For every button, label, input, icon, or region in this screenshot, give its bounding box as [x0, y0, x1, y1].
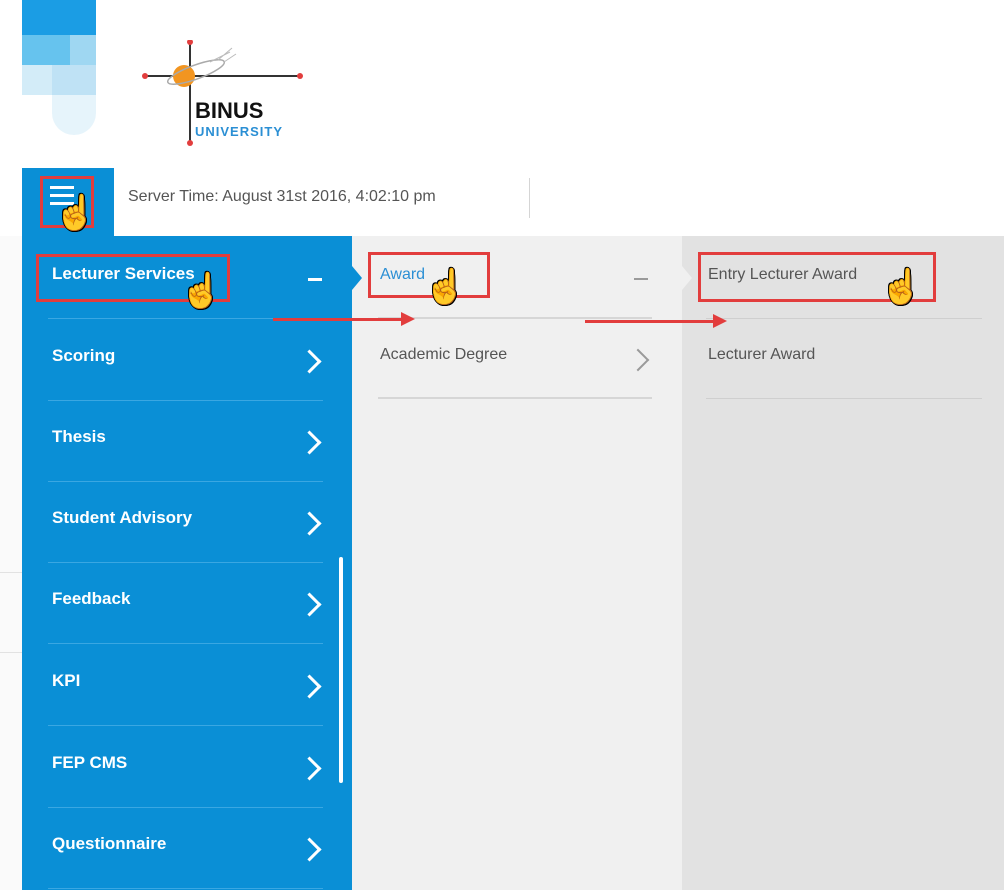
- menu-item-label: Student Advisory: [52, 508, 193, 527]
- hand-pointer-icon: ☝: [880, 268, 923, 306]
- active-pointer: [682, 266, 692, 290]
- menu-item-label: Thesis: [52, 427, 106, 446]
- menu-item-scoring[interactable]: Scoring: [48, 320, 328, 401]
- menu-item-academic-degree[interactable]: Academic Degree: [378, 318, 652, 399]
- annotation-arrow: [585, 320, 715, 323]
- menu-item-label: Questionnaire: [52, 834, 167, 853]
- chevron-right-icon[interactable]: [297, 592, 322, 617]
- menu-divider: [378, 397, 652, 399]
- collapse-minus-icon[interactable]: [634, 278, 648, 280]
- topbar-separator: [529, 178, 530, 218]
- menu-item-questionnaire[interactable]: Questionnaire: [48, 808, 328, 889]
- strip-divider: [0, 572, 22, 573]
- menu-scrollbar[interactable]: [339, 557, 343, 783]
- logo-subtitle: UNIVERSITY: [195, 124, 284, 139]
- background-strip: [0, 236, 22, 890]
- annotation-arrow-head: [713, 314, 727, 328]
- annotation-arrow-head: [401, 312, 415, 326]
- chevron-right-icon[interactable]: [297, 674, 322, 699]
- logo-name: BINUS: [195, 98, 264, 123]
- collapse-minus-icon[interactable]: [308, 278, 322, 281]
- chevron-right-icon[interactable]: [297, 756, 322, 781]
- menu-item-label: Lecturer Award: [708, 346, 816, 363]
- chevron-right-icon[interactable]: [626, 348, 650, 372]
- hand-pointer-icon: ☝: [54, 194, 97, 232]
- menu-item-label: Academic Degree: [380, 346, 508, 363]
- menu-item-lecturer-award[interactable]: Lecturer Award: [706, 318, 982, 399]
- chevron-right-icon[interactable]: [297, 430, 322, 455]
- hand-pointer-icon: ☝: [424, 268, 467, 306]
- active-pointer: [352, 266, 362, 290]
- menu-item-fep-cms[interactable]: FEP CMS: [48, 727, 328, 808]
- menu-item-thesis[interactable]: Thesis: [48, 401, 328, 482]
- chevron-right-icon[interactable]: [297, 349, 322, 374]
- menu-divider: [706, 398, 982, 399]
- menu-divider: [48, 725, 323, 726]
- menu-item-label: FEP CMS: [52, 753, 128, 772]
- strip-divider: [0, 652, 22, 653]
- menu-item-label: Feedback: [52, 589, 131, 608]
- menu-divider: [48, 643, 323, 644]
- menu-item-label: KPI: [52, 671, 81, 690]
- chevron-right-icon[interactable]: [297, 511, 322, 536]
- annotation-arrow: [273, 318, 403, 321]
- menu-item-student-advisory[interactable]: Student Advisory: [48, 482, 328, 563]
- menu-item-kpi[interactable]: KPI: [48, 645, 328, 726]
- binus-logo: BINUS UNIVERSITY: [140, 39, 340, 150]
- menu-divider: [48, 888, 323, 889]
- chevron-right-icon[interactable]: [297, 837, 322, 862]
- menu-item-feedback[interactable]: Feedback: [48, 563, 328, 644]
- hand-pointer-icon: ☝: [180, 272, 223, 310]
- menu-item-label: Scoring: [52, 346, 116, 365]
- server-time: Server Time: August 31st 2016, 4:02:10 p…: [128, 188, 436, 205]
